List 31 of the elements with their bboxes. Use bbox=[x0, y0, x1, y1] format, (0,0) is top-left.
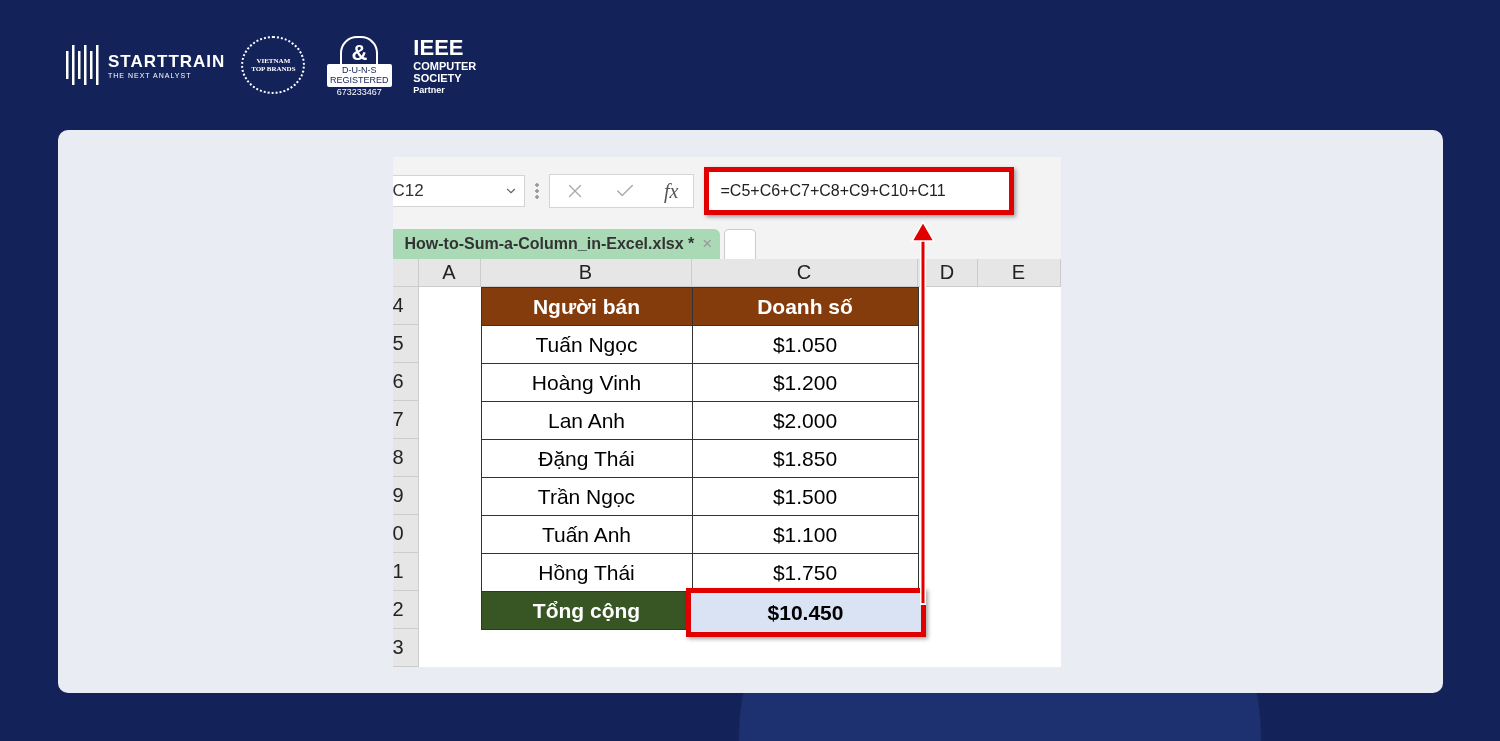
row-header[interactable]: 8 bbox=[392, 439, 419, 477]
ieee-role: Partner bbox=[413, 85, 446, 96]
column-header[interactable]: B bbox=[480, 259, 692, 287]
ieee-title: IEEE bbox=[413, 34, 465, 60]
column-header[interactable]: C bbox=[691, 259, 918, 287]
row-header[interactable]: 2 bbox=[392, 591, 419, 629]
total-value-cell: $10.450 bbox=[685, 588, 926, 637]
ieee-subtitle: SOCIETY bbox=[413, 72, 463, 86]
file-tab[interactable]: How-to-Sum-a-Column_in-Excel.xlsx * × bbox=[392, 229, 721, 259]
row-header[interactable]: 7 bbox=[392, 401, 419, 439]
column-header[interactable]: A bbox=[418, 259, 481, 287]
duns-label: D-U-N-S REGISTERED bbox=[327, 64, 392, 87]
row-header[interactable]: 5 bbox=[392, 325, 419, 363]
row-header[interactable]: 4 bbox=[392, 287, 419, 325]
formula-field[interactable]: =C5+C6+C7+C8+C9+C10+C11 bbox=[703, 167, 1014, 216]
ieee-subtitle: COMPUTER bbox=[413, 59, 477, 73]
header-cell: Doanh số bbox=[691, 287, 919, 326]
duns-number: 673233467 bbox=[336, 86, 382, 98]
row-header[interactable]: 3 bbox=[392, 629, 419, 667]
row-header[interactable]: 9 bbox=[392, 477, 419, 515]
row-header[interactable]: 0 bbox=[392, 515, 419, 553]
brand-name: STARTTRAIN bbox=[108, 51, 226, 72]
name-box[interactable]: C12 bbox=[392, 175, 525, 208]
column-header[interactable]: E bbox=[977, 259, 1061, 287]
new-tab[interactable] bbox=[724, 229, 757, 259]
select-all-corner[interactable] bbox=[392, 259, 419, 287]
row-header[interactable]: 6 bbox=[392, 363, 419, 401]
row-header[interactable]: 1 bbox=[392, 553, 419, 591]
insert-function-button[interactable]: fx bbox=[663, 180, 679, 203]
header-cell: Người bán bbox=[480, 287, 693, 326]
grip-icon bbox=[534, 182, 539, 201]
